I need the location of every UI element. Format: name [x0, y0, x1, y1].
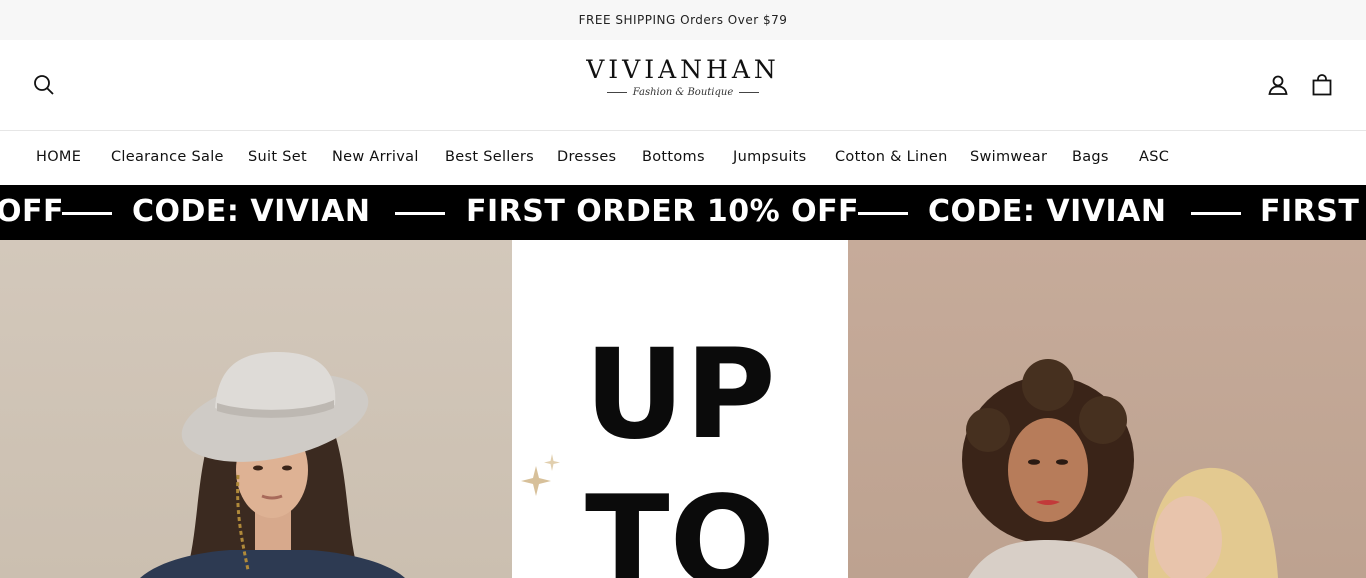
promo-marquee: OFF CODE: VIVIAN FIRST ORDER 10% OFF COD… [0, 185, 1366, 240]
marquee-text: FIRST O [1260, 194, 1366, 229]
shopping-bag-icon[interactable] [1310, 73, 1334, 97]
search-icon[interactable] [32, 73, 56, 97]
nav-item-bottoms[interactable]: Bottoms [642, 149, 705, 165]
marquee-divider [395, 212, 445, 215]
marquee-divider [1191, 212, 1241, 215]
nav-item-swimwear[interactable]: Swimwear [970, 149, 1047, 165]
nav-item-cotton-linen[interactable]: Cotton & Linen [835, 149, 948, 165]
marquee-text: CODE: VIVIAN [132, 194, 371, 229]
site-header: VIVIANHAN Fashion & Boutique [0, 40, 1366, 131]
marquee-divider [858, 212, 908, 215]
hero-promo-panel: UP TO [512, 240, 848, 578]
logo-tagline: Fashion & Boutique [583, 87, 783, 98]
nav-item-asc[interactable]: ASC [1139, 149, 1169, 165]
hero-headline-line1: UP [584, 323, 776, 467]
announcement-text: FREE SHIPPING Orders Over $79 [578, 13, 788, 27]
logo-tagline-text: Fashion & Boutique [632, 87, 734, 98]
marquee-text: OFF [0, 194, 64, 229]
site-logo[interactable]: VIVIANHAN Fashion & Boutique [583, 54, 783, 110]
nav-item-bags[interactable]: Bags [1072, 149, 1109, 165]
nav-item-home[interactable]: HOME [36, 149, 81, 165]
hero-headline-line2: TO [585, 470, 775, 578]
nav-item-jumpsuits[interactable]: Jumpsuits [733, 149, 807, 165]
nav-item-best-sellers[interactable]: Best Sellers [445, 149, 534, 165]
hero-photo-right [848, 240, 1366, 578]
hero-photo-left [0, 240, 512, 578]
main-nav: HOME Clearance Sale Suit Set New Arrival… [0, 131, 1366, 185]
logo-wordmark: VIVIANHAN [586, 55, 780, 84]
nav-item-clearance-sale[interactable]: Clearance Sale [111, 149, 224, 165]
marquee-text: CODE: VIVIAN [928, 194, 1167, 229]
announcement-bar: FREE SHIPPING Orders Over $79 [0, 0, 1366, 40]
nav-item-suit-set[interactable]: Suit Set [248, 149, 307, 165]
marquee-divider [62, 212, 112, 215]
hero-banner[interactable]: UP TO [0, 240, 1366, 578]
nav-item-dresses[interactable]: Dresses [557, 149, 616, 165]
divider [739, 92, 760, 93]
divider [606, 92, 627, 93]
model-photo-left [140, 352, 405, 578]
nav-item-new-arrival[interactable]: New Arrival [332, 149, 419, 165]
user-icon[interactable] [1266, 73, 1290, 97]
marquee-text: FIRST ORDER 10% OFF [466, 194, 860, 229]
model-photo-right [962, 359, 1278, 578]
